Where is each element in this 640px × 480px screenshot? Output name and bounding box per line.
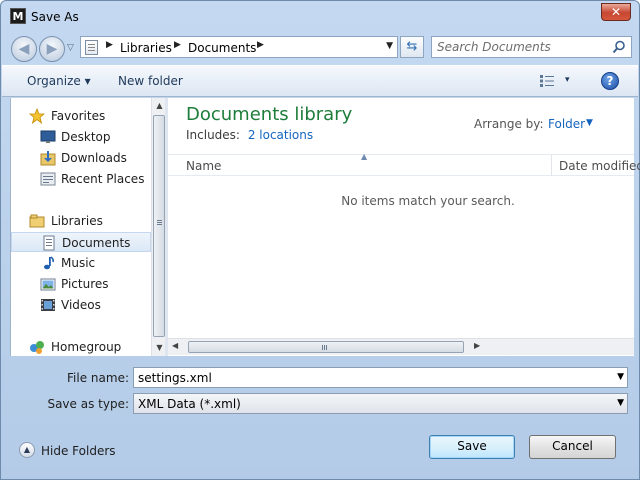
pictures-icon	[40, 276, 56, 292]
scroll-thumb[interactable]	[188, 341, 464, 353]
locations-link[interactable]: 2 locations	[248, 128, 313, 142]
nav-item-libraries[interactable]: Libraries	[11, 211, 151, 231]
column-header: ▲ Name Date modified	[168, 152, 640, 176]
desktop-icon	[40, 129, 56, 145]
videos-icon	[40, 297, 56, 313]
column-name[interactable]: Name	[186, 159, 221, 173]
navigation-tree: Favorites Desktop Downloads Recent Places Li…	[11, 98, 151, 356]
arrange-dropdown-icon[interactable]: ▼	[586, 118, 593, 128]
includes-label: Includes:	[186, 128, 240, 142]
save-as-type-label: Save as type:	[47, 397, 129, 411]
nav-item-favorites[interactable]: Favorites	[11, 106, 151, 126]
arrange-by-dropdown[interactable]: Folder	[548, 117, 585, 131]
navigation-pane-scrollbar[interactable]: ▲ ▼	[151, 98, 166, 356]
save-as-dialog: M Save As ✕ ◀ ▶ ▽ ▶ Libraries ▶ Document…	[0, 0, 640, 480]
nav-item-label: Favorites	[51, 109, 106, 123]
scroll-right-icon[interactable]: ▶	[474, 341, 480, 350]
breadcrumb-libraries[interactable]: Libraries	[120, 41, 172, 55]
empty-message: No items match your search.	[341, 194, 515, 208]
breadcrumb-chevron-icon[interactable]: ▶	[174, 40, 181, 50]
view-dropdown-icon[interactable]: ▾	[565, 75, 570, 85]
file-name-input[interactable]	[138, 370, 598, 386]
navigation-bar: ◀ ▶ ▽ ▶ Libraries ▶ Documents ▶ ▼ ⇆	[1, 33, 639, 63]
nav-item-label: Desktop	[61, 130, 111, 144]
forward-button[interactable]: ▶	[39, 36, 65, 62]
collapse-arrow-icon[interactable]: ▲	[19, 442, 35, 458]
nav-item-label: Recent Places	[61, 172, 145, 186]
nav-item-label: Documents	[62, 236, 131, 250]
nav-item-label: Music	[61, 256, 96, 270]
breadcrumb-chevron-icon[interactable]: ▶	[106, 40, 113, 50]
libraries-icon	[29, 213, 45, 229]
file-list-pane: Documents library Includes: 2 locations …	[168, 98, 640, 356]
nav-item-homegroup[interactable]: Homegroup	[11, 337, 151, 356]
sort-ascending-icon: ▲	[361, 152, 368, 161]
nav-item-label: Libraries	[51, 214, 103, 228]
recent-places-icon	[40, 171, 56, 187]
downloads-icon	[40, 150, 56, 166]
command-toolbar: Organize ▾ New folder ▾ ?	[2, 65, 638, 97]
nav-item-pictures[interactable]: Pictures	[11, 274, 151, 294]
nav-item-label: Downloads	[61, 151, 127, 165]
save-button[interactable]: Save	[429, 435, 515, 459]
star-icon	[28, 107, 46, 125]
refresh-button[interactable]: ⇆	[400, 36, 424, 58]
file-name-label: File name:	[67, 371, 129, 385]
nav-item-label: Homegroup	[51, 340, 122, 354]
new-folder-button[interactable]: New folder	[118, 74, 183, 88]
app-icon: M	[10, 8, 26, 24]
help-icon[interactable]: ?	[601, 72, 619, 90]
nav-item-label: Pictures	[61, 277, 109, 291]
breadcrumb-chevron-icon[interactable]: ▶	[257, 40, 264, 50]
address-bar[interactable]: ▶ Libraries ▶ Documents ▶ ▼	[80, 36, 398, 58]
nav-item-videos[interactable]: Videos	[11, 295, 151, 315]
breadcrumb-documents[interactable]: Documents	[188, 41, 256, 55]
save-as-type-value: XML Data (*.xml)	[138, 397, 241, 411]
scroll-left-icon[interactable]: ◀	[172, 341, 178, 350]
view-options-icon[interactable]	[540, 75, 554, 87]
documents-icon	[41, 235, 57, 251]
nav-item-recent-places[interactable]: Recent Places	[11, 169, 151, 189]
address-history-dropdown-icon[interactable]: ▼	[386, 41, 393, 51]
file-name-dropdown-icon[interactable]: ▼	[617, 372, 624, 382]
search-input[interactable]	[437, 39, 607, 55]
arrange-by-label: Arrange by:	[474, 117, 544, 131]
search-box[interactable]	[431, 36, 632, 58]
homegroup-icon	[29, 339, 45, 355]
column-date-modified[interactable]: Date modified	[559, 159, 640, 173]
scroll-thumb[interactable]	[153, 115, 165, 337]
nav-item-downloads[interactable]: Downloads	[11, 148, 151, 168]
nav-item-documents[interactable]: Documents	[11, 232, 151, 252]
save-as-type-select[interactable]: XML Data (*.xml) ▼	[133, 393, 628, 414]
hide-folders-label[interactable]: Hide Folders	[41, 444, 116, 458]
nav-item-music[interactable]: Music	[11, 253, 151, 273]
library-title: Documents library	[186, 104, 353, 125]
organize-button[interactable]: Organize ▾	[27, 74, 91, 88]
close-button[interactable]: ✕	[601, 3, 631, 21]
cancel-button[interactable]: Cancel	[529, 435, 616, 459]
window-title: Save As	[31, 10, 79, 24]
library-location-icon	[85, 40, 98, 55]
title-bar: M Save As ✕	[1, 1, 639, 31]
file-list-scrollbar[interactable]: ◀ ▶	[168, 338, 634, 355]
file-name-combobox[interactable]: ▼	[133, 367, 628, 388]
search-icon[interactable]	[612, 40, 626, 54]
music-icon	[40, 255, 56, 271]
column-divider[interactable]	[551, 155, 552, 176]
save-as-type-dropdown-icon[interactable]: ▼	[617, 398, 624, 408]
library-includes: Includes: 2 locations	[186, 128, 313, 142]
nav-item-desktop[interactable]: Desktop	[11, 127, 151, 147]
navigation-pane: Favorites Desktop Downloads Recent Places Li…	[10, 98, 166, 356]
recent-pages-dropdown-icon[interactable]: ▽	[67, 43, 74, 53]
back-button[interactable]: ◀	[11, 36, 37, 62]
nav-item-label: Videos	[61, 298, 101, 312]
